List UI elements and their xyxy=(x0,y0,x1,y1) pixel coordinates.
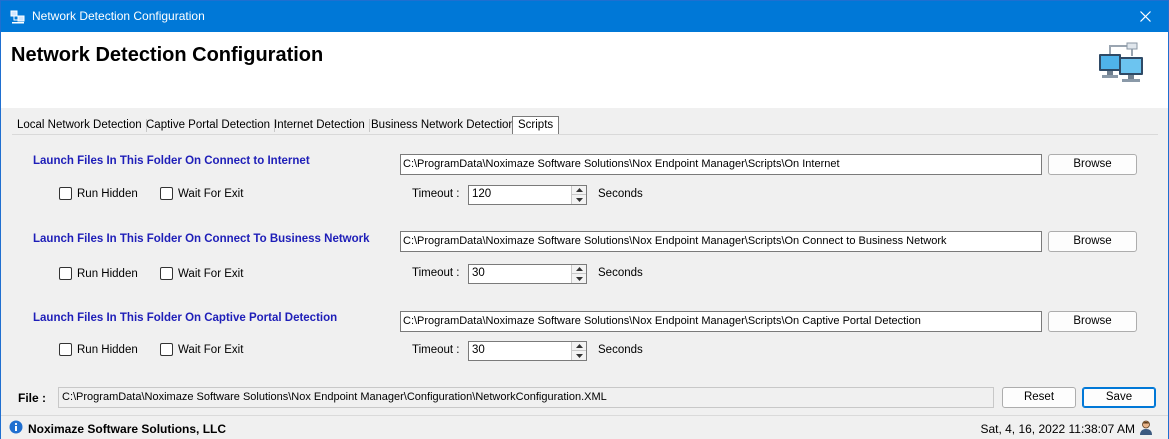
checkbox-box[interactable] xyxy=(160,187,173,200)
info-icon xyxy=(9,420,23,434)
status-bar: Noximaze Software Solutions, LLC Sat, 4,… xyxy=(1,415,1168,439)
caret-down-icon xyxy=(575,197,583,202)
wait-for-exit-internet-checkbox[interactable]: Wait For Exit xyxy=(160,187,243,200)
caret-up-icon xyxy=(575,267,583,271)
tab-local-network-detection[interactable]: Local Network Detection xyxy=(12,116,147,135)
checkbox-box[interactable] xyxy=(59,267,72,280)
tab-scripts[interactable]: Scripts xyxy=(512,116,560,135)
timeout-value[interactable]: 30 xyxy=(472,344,485,356)
company-name: Noximaze Software Solutions, LLC xyxy=(28,422,227,436)
window-title: Network Detection Configuration xyxy=(32,9,205,23)
timeout-unit-label: Seconds xyxy=(598,344,643,356)
timeout-unit-label: Seconds xyxy=(598,188,643,200)
close-button[interactable] xyxy=(1122,1,1168,32)
timeout-label: Timeout : xyxy=(412,188,460,200)
business-network-folder-path-input[interactable]: C:\ProgramData\Noximaze Software Solutio… xyxy=(400,231,1042,252)
caret-down-icon xyxy=(575,353,583,358)
timeout-business-network-stepper[interactable]: 30 xyxy=(468,264,587,284)
save-button[interactable]: Save xyxy=(1082,387,1156,408)
checkbox-label: Wait For Exit xyxy=(178,187,244,200)
stepper-arrows[interactable] xyxy=(571,265,586,283)
increment-button[interactable] xyxy=(572,186,586,195)
increment-button[interactable] xyxy=(572,265,586,274)
status-datetime: Sat, 4, 16, 2022 11:38:07 AM xyxy=(980,422,1135,436)
checkbox-box[interactable] xyxy=(59,187,72,200)
caret-up-icon xyxy=(575,344,583,348)
timeout-label: Timeout : xyxy=(412,267,460,279)
app-network-icon xyxy=(10,10,25,24)
stepper-arrows[interactable] xyxy=(571,342,586,360)
timeout-captive-portal-stepper[interactable]: 30 xyxy=(468,341,587,361)
run-hidden-business-network-checkbox[interactable]: Run Hidden xyxy=(59,267,138,280)
tab-captive-portal-detection[interactable]: Captive Portal Detection xyxy=(141,116,276,135)
captive-portal-folder-path-input[interactable]: C:\ProgramData\Noximaze Software Solutio… xyxy=(400,311,1042,332)
run-hidden-internet-checkbox[interactable]: Run Hidden xyxy=(59,187,138,200)
reset-button[interactable]: Reset xyxy=(1002,387,1076,408)
page-title: Network Detection Configuration xyxy=(11,44,324,66)
checkbox-box[interactable] xyxy=(59,343,72,356)
checkbox-box[interactable] xyxy=(160,343,173,356)
scripts-panel: Launch Files In This Folder On Connect t… xyxy=(12,134,1158,376)
app-window: Network Detection Configuration Network … xyxy=(0,0,1169,439)
timeout-unit-label: Seconds xyxy=(598,267,643,279)
tab-business-network-detection[interactable]: Business Network Detection xyxy=(366,116,520,135)
stepper-arrows[interactable] xyxy=(571,186,586,204)
browse-internet-button[interactable]: Browse xyxy=(1048,154,1137,175)
section-title-internet: Launch Files In This Folder On Connect t… xyxy=(33,155,310,167)
timeout-value[interactable]: 30 xyxy=(472,267,485,279)
network-computers-icon xyxy=(1099,42,1143,82)
checkbox-label: Run Hidden xyxy=(77,267,138,280)
checkbox-label: Wait For Exit xyxy=(178,343,244,356)
section-title-business-network: Launch Files In This Folder On Connect T… xyxy=(33,233,370,245)
increment-button[interactable] xyxy=(572,342,586,351)
internet-folder-path-input[interactable]: C:\ProgramData\Noximaze Software Solutio… xyxy=(400,154,1042,175)
decrement-button[interactable] xyxy=(572,274,586,283)
timeout-value[interactable]: 120 xyxy=(472,188,491,200)
close-icon xyxy=(1139,11,1151,22)
run-hidden-captive-portal-checkbox[interactable]: Run Hidden xyxy=(59,343,138,356)
checkbox-label: Run Hidden xyxy=(77,343,138,356)
timeout-label: Timeout : xyxy=(412,344,460,356)
section-title-captive-portal: Launch Files In This Folder On Captive P… xyxy=(33,312,338,324)
wait-for-exit-business-network-checkbox[interactable]: Wait For Exit xyxy=(160,267,243,280)
decrement-button[interactable] xyxy=(572,195,586,204)
file-bar: File : C:\ProgramData\Noximaze Software … xyxy=(1,382,1168,414)
user-icon xyxy=(1140,420,1152,435)
file-label: File : xyxy=(18,391,47,405)
title-bar[interactable]: Network Detection Configuration xyxy=(1,1,1168,32)
checkbox-box[interactable] xyxy=(160,267,173,280)
checkbox-label: Wait For Exit xyxy=(178,267,244,280)
header-banner: Network Detection Configuration xyxy=(1,32,1168,108)
checkbox-label: Run Hidden xyxy=(77,187,138,200)
tab-internet-detection[interactable]: Internet Detection xyxy=(269,116,370,135)
wait-for-exit-captive-portal-checkbox[interactable]: Wait For Exit xyxy=(160,343,243,356)
decrement-button[interactable] xyxy=(572,351,586,360)
browse-captive-portal-button[interactable]: Browse xyxy=(1048,311,1137,332)
timeout-internet-stepper[interactable]: 120 xyxy=(468,185,587,205)
config-file-path: C:\ProgramData\Noximaze Software Solutio… xyxy=(58,387,994,408)
browse-business-network-button[interactable]: Browse xyxy=(1048,231,1137,252)
caret-up-icon xyxy=(575,188,583,192)
caret-down-icon xyxy=(575,276,583,281)
